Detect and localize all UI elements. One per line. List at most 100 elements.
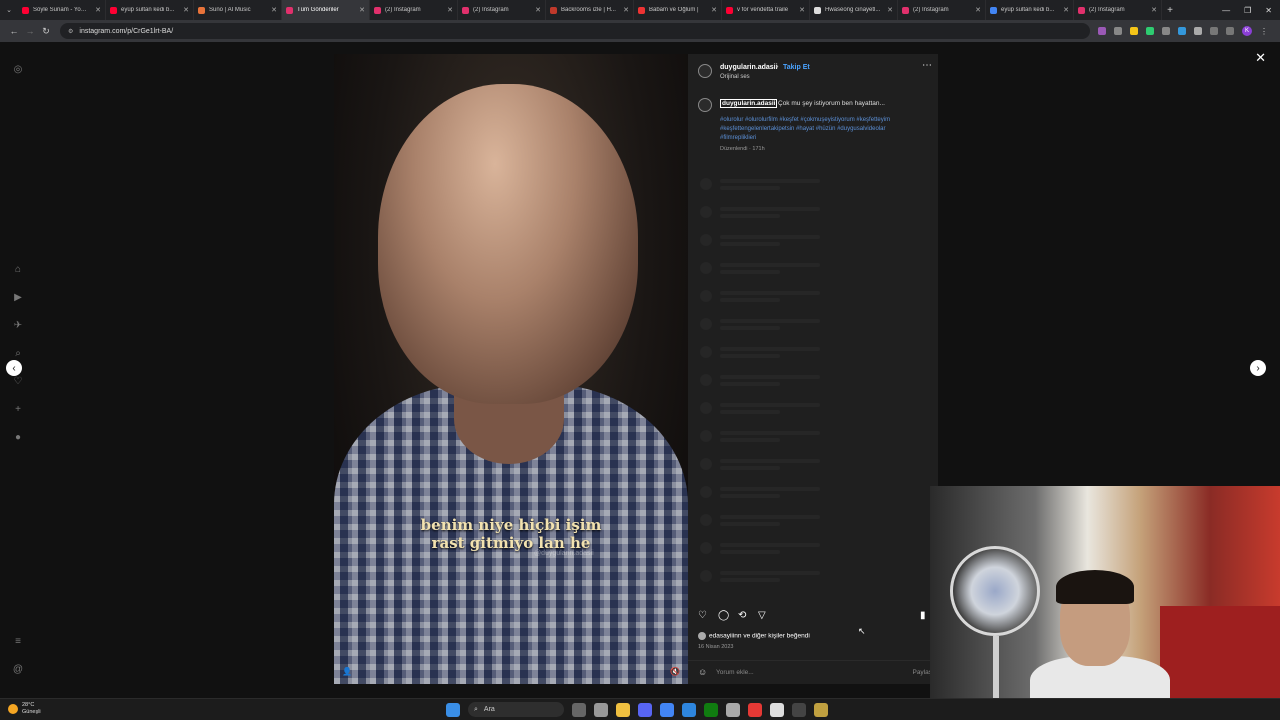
browser-tab[interactable]: Hwaseong cinayetl... ✕ [810, 0, 898, 20]
tab-close-icon[interactable]: ✕ [271, 6, 277, 14]
comment-input[interactable]: Yorum ekle... [716, 669, 754, 676]
menu-icon[interactable]: ⋮ [1260, 27, 1268, 36]
browser-tab[interactable]: (2) Instagram ✕ [898, 0, 986, 20]
share-icon[interactable]: ▽ [758, 610, 766, 621]
task-view-icon[interactable] [572, 702, 586, 717]
start-icon[interactable] [446, 702, 460, 717]
emoji-icon[interactable]: ☺ [698, 667, 707, 677]
close-window-icon[interactable]: ✕ [1265, 6, 1272, 15]
minimize-icon[interactable]: — [1222, 6, 1230, 15]
puzzle-icon[interactable] [1194, 27, 1202, 35]
browser-tab[interactable]: Tüm Gönderiler ✕ [282, 0, 370, 20]
tab-close-icon[interactable]: ✕ [1063, 6, 1069, 14]
browser-tab[interactable]: Suno | AI Music ✕ [194, 0, 282, 20]
likes-summary[interactable]: edasayiiinn ve diğer kişiler beğendi [698, 632, 810, 640]
audio-label[interactable]: Orijinal ses [720, 74, 750, 80]
next-post-icon[interactable]: › [1250, 360, 1266, 376]
media-icon[interactable] [1210, 27, 1218, 35]
follow-button[interactable]: Takip Et [783, 64, 810, 71]
tab-close-icon[interactable]: ✕ [711, 6, 717, 14]
caption-text: Çok mu şey istiyorum ben hayattan... [778, 100, 885, 107]
tab-close-icon[interactable]: ✕ [623, 6, 629, 14]
threads-icon[interactable]: @ [12, 664, 24, 676]
profile-icon[interactable]: ● [12, 432, 24, 444]
chrome-icon[interactable] [660, 702, 674, 717]
app-icon[interactable] [770, 702, 784, 717]
comment-icon[interactable]: ◯ [718, 610, 729, 621]
taskbar-search[interactable]: ⌕ Ara [468, 702, 564, 717]
reload-icon[interactable]: ↻ [38, 26, 54, 37]
reels-icon[interactable]: ▶ [12, 292, 24, 304]
home-icon[interactable]: ⌂ [12, 264, 24, 276]
tab-close-icon[interactable]: ✕ [1151, 6, 1157, 14]
caption-username[interactable]: duygularin.adasii [720, 99, 778, 108]
profile-avatar[interactable]: K [1242, 26, 1252, 36]
tab-close-icon[interactable]: ✕ [799, 6, 805, 14]
extension-icon[interactable] [1098, 27, 1106, 35]
tab-close-icon[interactable]: ✕ [975, 6, 981, 14]
tab-close-icon[interactable]: ✕ [95, 6, 101, 14]
browser-tab[interactable]: eyüp sultan kedi b... ✕ [986, 0, 1074, 20]
tab-search-icon[interactable]: ⌄ [0, 6, 18, 14]
browser-tab[interactable]: Söyle Sunam - YouTube ✕ [18, 0, 106, 20]
widgets-icon[interactable] [594, 702, 608, 717]
app-icon[interactable] [748, 702, 762, 717]
extension-icon[interactable] [1146, 27, 1154, 35]
browser-tab[interactable]: eyüp sultan kedi b... ✕ [106, 0, 194, 20]
bookmark-star-icon[interactable] [1130, 27, 1138, 35]
tab-favicon-icon [990, 6, 997, 14]
site-info-icon[interactable]: ⚙ [68, 28, 73, 35]
mute-icon[interactable]: 🔇 [670, 667, 680, 676]
extension-icon[interactable] [1162, 27, 1170, 35]
close-icon[interactable]: ✕ [1255, 50, 1266, 66]
more-options-icon[interactable]: ⋯ [922, 60, 932, 71]
messages-icon[interactable]: ✈ [12, 320, 24, 332]
tab-close-icon[interactable]: ✕ [183, 6, 189, 14]
browser-tab[interactable]: Backrooms izle | H... ✕ [546, 0, 634, 20]
extension-icon[interactable] [1178, 27, 1186, 35]
tab-close-icon[interactable]: ✕ [887, 6, 893, 14]
new-tab-button[interactable]: + [1162, 5, 1178, 16]
browser-tab[interactable]: v for vendetta traile ✕ [722, 0, 810, 20]
tab-title: (2) Instagram [473, 7, 509, 13]
repost-icon[interactable]: ⟲ [738, 610, 746, 621]
tab-close-icon[interactable]: ✕ [447, 6, 453, 14]
xbox-icon[interactable] [704, 702, 718, 717]
settings-icon[interactable] [726, 702, 740, 717]
tab-close-icon[interactable]: ✕ [359, 6, 365, 14]
maximize-icon[interactable]: ❐ [1244, 6, 1251, 15]
browser-tab[interactable]: Babam ve Oğlum | ✕ [634, 0, 722, 20]
more-menu-icon[interactable]: ≡ [12, 636, 24, 648]
search-icon[interactable]: ⌕ [12, 348, 24, 360]
caption-hashtags[interactable]: #olurolur #olurolurfilm #keşfet #çokmuşe… [720, 116, 910, 143]
caption-avatar[interactable] [698, 98, 712, 112]
obs-icon[interactable] [792, 702, 806, 717]
app-icon[interactable] [682, 702, 696, 717]
author-username[interactable]: duygularin.adasii [720, 64, 778, 71]
subtitle-line-1: benim niye hiçbi işim [420, 516, 602, 534]
browser-tab[interactable]: (2) Instagram ✕ [370, 0, 458, 20]
notifications-icon[interactable]: ♡ [12, 376, 24, 388]
discord-icon[interactable] [638, 702, 652, 717]
tab-close-icon[interactable]: ✕ [535, 6, 541, 14]
previous-post-icon[interactable]: ‹ [6, 360, 22, 376]
create-icon[interactable]: + [12, 404, 24, 416]
likes-text: edasayiiinn ve diğer kişiler beğendi [709, 632, 810, 640]
eye-off-icon[interactable] [1114, 27, 1122, 35]
forward-icon[interactable]: → [22, 26, 38, 36]
reel-video[interactable]: benim niye hiçbi işim rast gitmiyo lan h… [334, 54, 688, 684]
file-explorer-icon[interactable] [616, 702, 630, 717]
app-icon[interactable] [814, 702, 828, 717]
sidepanel-icon[interactable] [1226, 27, 1234, 35]
instagram-logo-icon[interactable]: ◎ [12, 64, 24, 76]
url-input[interactable]: ⚙ instagram.com/p/CrGe1lrt-BA/ [60, 23, 1090, 39]
author-avatar[interactable] [698, 64, 712, 78]
weather-widget[interactable]: 28°C Güneşli [8, 702, 41, 716]
browser-tab[interactable]: (2) Instagram ✕ [1074, 0, 1162, 20]
tab-title: Backrooms izle | H... [561, 7, 616, 13]
save-icon[interactable]: ▮ [920, 610, 926, 621]
like-icon[interactable]: ♡ [698, 610, 707, 621]
tagged-user-icon[interactable]: 👤 [342, 667, 352, 676]
browser-tab[interactable]: (2) Instagram ✕ [458, 0, 546, 20]
back-icon[interactable]: ← [6, 26, 22, 36]
